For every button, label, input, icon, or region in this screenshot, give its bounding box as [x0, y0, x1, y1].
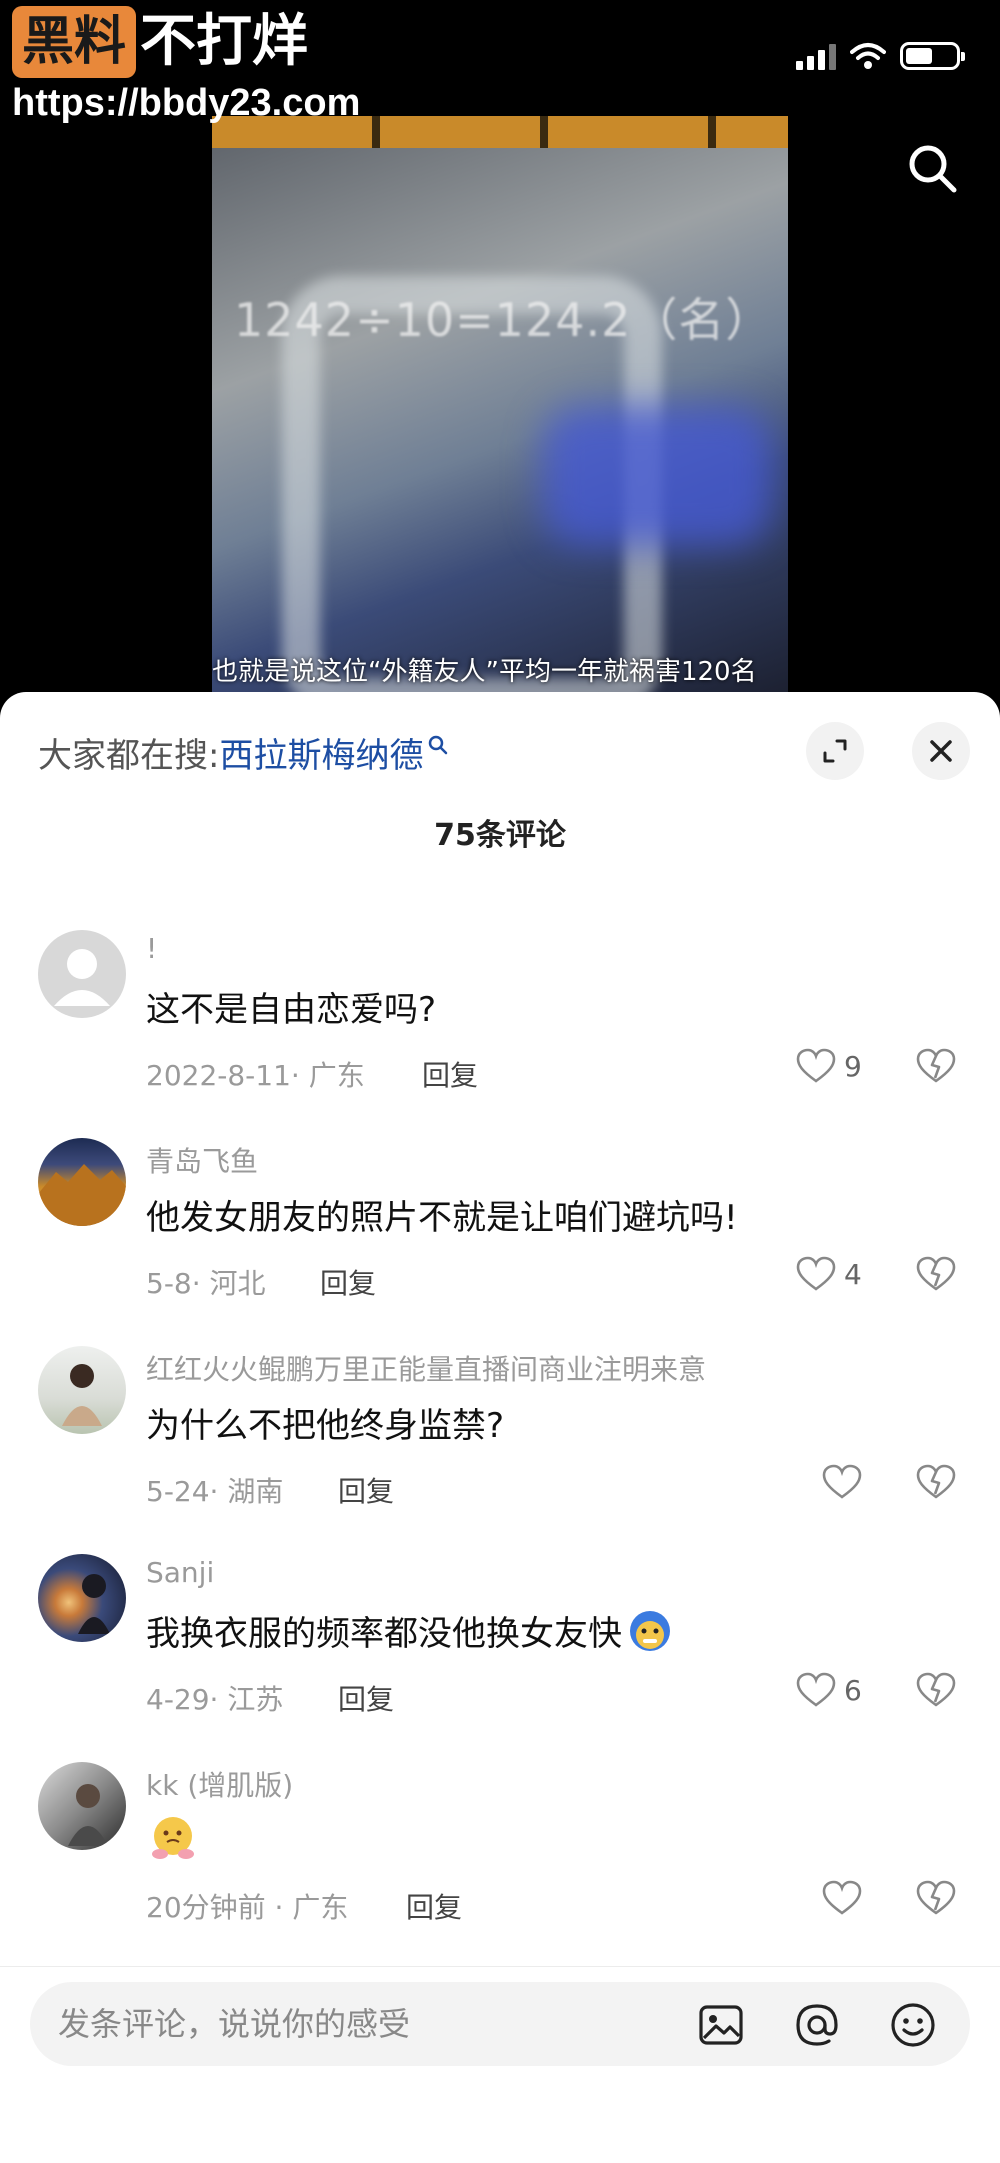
comment-input[interactable]	[58, 1982, 678, 2066]
comment-text: 为什么不把他终身监禁?	[146, 1398, 504, 1447]
hot-search-label: 大家都在搜:	[38, 736, 220, 776]
video-formula-text: 1242÷10=124.2（名）	[234, 293, 773, 347]
comment-text: 我换衣服的频率都没他换女友快	[146, 1606, 672, 1655]
video-area: 黑料 不打烊 https://bbdy23.com 1242÷10=124.2（…	[0, 0, 1000, 700]
search-icon[interactable]	[904, 140, 960, 196]
expand-icon	[823, 739, 847, 763]
dislike-button[interactable]	[916, 1256, 956, 1296]
comment-item: Sanji 我换衣服的频率都没他换女友快 4-29· 江苏 回复 6	[0, 1554, 1000, 1754]
like-button[interactable]: 6	[796, 1672, 862, 1708]
broken-heart-icon	[916, 1880, 956, 1915]
comment-meta: 2022-8-11· 广东	[146, 1059, 365, 1092]
comment-item: 红红火火鲲鹏万里正能量直播间商业注明来意 为什么不把他终身监禁? 5-24· 湖…	[0, 1346, 1000, 1546]
heart-icon	[822, 1880, 862, 1915]
emoji-icon[interactable]	[888, 2000, 938, 2050]
thinking-face-emoji-icon	[152, 1817, 194, 1859]
reply-button[interactable]: 回复	[338, 1470, 394, 1510]
comment-username[interactable]: 青岛飞鱼	[146, 1140, 258, 1180]
comment-item: ! 这不是自由恋爱吗? 2022-8-11· 广东 回复 9	[0, 930, 1000, 1130]
broken-heart-icon	[916, 1672, 956, 1707]
wifi-icon	[850, 43, 886, 69]
watermark-url: https://bbdy23.com	[12, 82, 361, 124]
comment-text	[146, 1814, 200, 1862]
close-button[interactable]	[912, 722, 970, 780]
comment-meta: 4-29· 江苏	[146, 1683, 284, 1716]
broken-heart-icon	[916, 1256, 956, 1291]
heart-icon	[796, 1048, 836, 1083]
like-count: 6	[844, 1673, 862, 1707]
like-button[interactable]: 4	[796, 1256, 862, 1292]
hot-search-term[interactable]: 西拉斯梅纳德	[219, 728, 423, 777]
comment-text: 他发女朋友的照片不就是让咱们避坑吗!	[146, 1190, 738, 1239]
comment-username[interactable]: !	[146, 932, 157, 965]
dislike-button[interactable]	[916, 1048, 956, 1088]
dislike-button[interactable]	[916, 1464, 956, 1504]
heart-icon	[822, 1464, 862, 1499]
divider	[0, 1966, 1000, 1967]
status-bar	[796, 42, 965, 70]
reply-button[interactable]: 回复	[338, 1678, 394, 1718]
avatar[interactable]	[38, 1138, 126, 1226]
like-button[interactable]	[822, 1464, 870, 1500]
expand-button[interactable]	[806, 722, 864, 780]
like-count: 4	[844, 1257, 862, 1291]
dislike-button[interactable]	[916, 1672, 956, 1712]
heart-icon	[796, 1672, 836, 1707]
close-icon	[930, 740, 952, 762]
person-avatar-icon	[62, 1364, 102, 1426]
watermark: 黑料 不打烊 https://bbdy23.com	[12, 6, 360, 125]
gym-avatar-icon	[68, 1784, 108, 1846]
video-subtitle: 也就是说这位“外籍友人”平均一年就祸害120名	[212, 657, 757, 687]
at-mention-icon[interactable]	[792, 2000, 842, 2050]
avatar[interactable]	[38, 1554, 126, 1642]
image-icon[interactable]	[696, 2000, 746, 2050]
reply-button[interactable]: 回复	[406, 1886, 462, 1926]
mountain-avatar-icon	[38, 1164, 126, 1226]
comment-item: 青岛飞鱼 他发女朋友的照片不就是让咱们避坑吗! 5-8· 河北 回复 4	[0, 1138, 1000, 1338]
broken-heart-icon	[916, 1464, 956, 1499]
comment-username[interactable]: kk (增肌版)	[146, 1764, 293, 1804]
comment-item: kk (增肌版) 20分钟前 · 广东 回复	[0, 1762, 1000, 1962]
comment-username[interactable]: Sanji	[146, 1556, 214, 1589]
comment-meta: 20分钟前 · 广东	[146, 1891, 349, 1924]
watermark-text: 不打烊	[140, 9, 309, 74]
comment-username[interactable]: 红红火火鲲鹏万里正能量直播间商业注明来意	[146, 1348, 706, 1388]
hot-search[interactable]: 大家都在搜: 西拉斯梅纳德	[38, 728, 449, 777]
search-small-icon	[429, 735, 448, 754]
comments-sheet: 大家都在搜: 西拉斯梅纳德 75条评论 ! 这不是自由恋爱吗? 2022-8-1…	[0, 692, 1000, 2163]
cellular-signal-icon	[796, 44, 836, 70]
avatar[interactable]	[38, 1762, 126, 1850]
avatar[interactable]	[38, 1346, 126, 1434]
sunset-avatar-icon	[78, 1574, 110, 1634]
comment-text-content: 我换衣服的频率都没他换女友快	[146, 1614, 622, 1654]
comment-text-content: 他发女朋友的照片不就是让咱们避坑吗!	[146, 1198, 738, 1238]
comment-count: 75条评论	[434, 818, 566, 853]
reply-button[interactable]: 回复	[422, 1054, 478, 1094]
avatar[interactable]	[38, 930, 126, 1018]
cold-face-emoji-icon	[630, 1610, 670, 1651]
comment-text-content: 为什么不把他终身监禁?	[146, 1406, 505, 1446]
comment-text: 这不是自由恋爱吗?	[146, 982, 436, 1031]
reply-button[interactable]: 回复	[320, 1262, 376, 1302]
watermark-badge: 黑料	[12, 6, 137, 78]
comment-text-content: 这不是自由恋爱吗?	[146, 990, 437, 1030]
like-button[interactable]: 9	[796, 1048, 862, 1084]
sheet-header: 大家都在搜: 西拉斯梅纳德	[0, 692, 1000, 792]
comment-meta: 5-8· 河北	[146, 1267, 266, 1300]
like-button[interactable]	[822, 1880, 870, 1916]
battery-icon	[900, 42, 965, 70]
comment-input-bar	[30, 1982, 970, 2066]
default-avatar-icon	[54, 949, 110, 1006]
like-count: 9	[844, 1049, 862, 1083]
comment-meta: 5-24· 湖南	[146, 1475, 284, 1508]
broken-heart-icon	[916, 1048, 956, 1083]
heart-icon	[796, 1256, 836, 1291]
video-frame[interactable]: 1242÷10=124.2（名） 也就是说这位“外籍友人”平均一年就祸害120名	[212, 116, 788, 696]
dislike-button[interactable]	[916, 1880, 956, 1920]
